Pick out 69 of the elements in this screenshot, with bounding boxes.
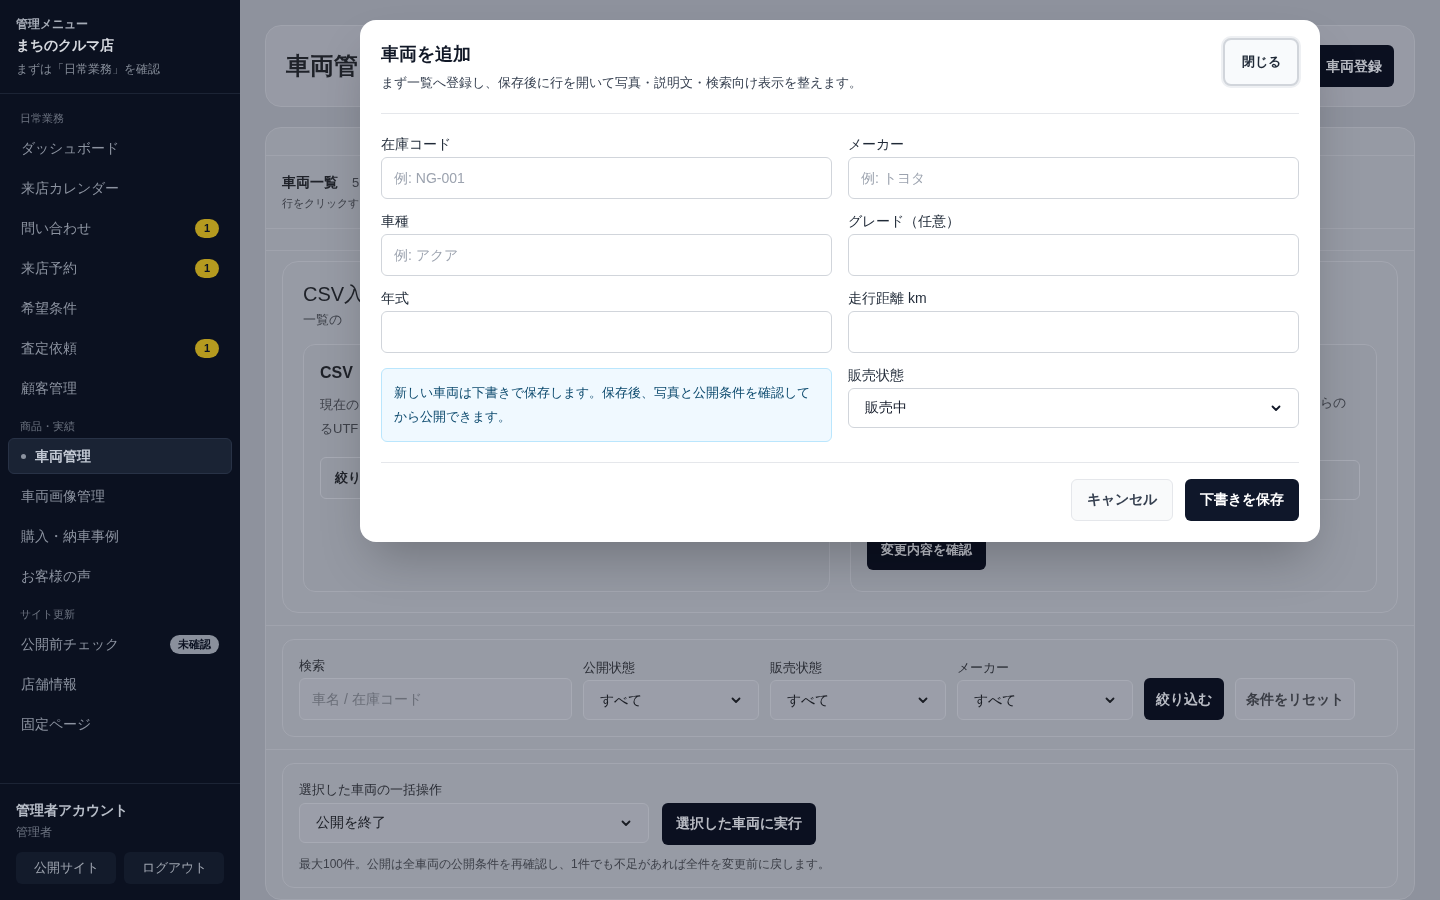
sidebar-item[interactable]: 購入・納車事例 [8, 518, 232, 554]
shop-name: まちのクルマ店 [16, 36, 115, 55]
info-note: 新しい車両は下書きで保存します。保存後、写真と公開条件を確認してから公開できます。 [381, 367, 832, 442]
select-field[interactable]: 販売中 [848, 387, 1299, 428]
dialog-title: 車両を追加 [381, 43, 472, 66]
sidebar-item[interactable]: 車両管理 [8, 438, 232, 474]
dialog-subtitle: まず一覧へ登録し、保存後に行を開いて写真・説明文・検索向け表示を整えます。 [381, 74, 862, 92]
close-button[interactable]: 閉じる [1223, 38, 1299, 86]
sidebar-item[interactable]: 車両画像管理 [8, 478, 232, 514]
select-field[interactable]: すべて [583, 680, 759, 720]
field-label: メーカー [957, 658, 1010, 677]
status-badge: 未確認 [170, 634, 219, 654]
vehicle-count: 5 [352, 174, 360, 192]
field-label: 在庫コード [381, 134, 452, 154]
list-hint: 行をクリックす [282, 196, 359, 212]
save-draft-button[interactable]: 下書きを保存 [1185, 478, 1299, 521]
input-field[interactable] [848, 233, 1299, 276]
sidebar-item[interactable]: 希望条件 [8, 290, 232, 326]
field-label: 年式 [381, 288, 410, 308]
field-label: 検索 [299, 656, 326, 675]
select-field[interactable]: すべて [957, 680, 1133, 720]
sidebar-item[interactable]: 来店カレンダー [8, 170, 232, 206]
sidebar-item[interactable]: ダッシュボード [8, 130, 232, 166]
input-field[interactable]: 例: NG-001 [381, 156, 832, 199]
export-description-line: るUTF [320, 419, 359, 438]
apply-filter-button[interactable]: 絞り込む [1144, 678, 1224, 720]
sidebar-item[interactable]: 固定ページ [8, 706, 232, 742]
sidebar-item[interactable]: 査定依頼 1 [8, 330, 232, 366]
list-title: 車両一覧 [282, 173, 338, 193]
page-title: 車両管 [286, 51, 358, 81]
select-field[interactable]: 公開を終了 [299, 802, 649, 843]
section-heading: 日常業務 [19, 111, 65, 126]
sidebar-item[interactable]: 公開前チェック 未確認 [8, 626, 232, 662]
account-role: 管理者 [16, 824, 53, 841]
reset-filter-button[interactable]: 条件をリセット [1235, 678, 1355, 720]
count-badge: 1 [195, 218, 219, 238]
field-label: 車種 [381, 211, 410, 231]
sidebar-item[interactable]: 問い合わせ 1 [8, 210, 232, 246]
menu-eyebrow: 管理メニュー [16, 16, 89, 33]
field-label: メーカー [848, 134, 905, 154]
input-field[interactable]: 例: トヨタ [848, 156, 1299, 199]
account-name: 管理者アカウント [16, 801, 129, 820]
export-description-line: 現在の [320, 395, 359, 414]
sidebar-item[interactable]: 店舗情報 [8, 666, 232, 702]
input-field[interactable] [848, 310, 1299, 353]
count-badge: 1 [195, 338, 219, 358]
select-field[interactable]: すべて [770, 680, 946, 720]
field-label: 走行距離 km [848, 288, 928, 308]
field-label: グレード（任意） [848, 211, 961, 231]
import-description: らの [1320, 393, 1346, 412]
export-title: CSV [320, 362, 353, 383]
section-heading: 商品・実績 [19, 419, 76, 434]
bulk-note: 最大100件。公開は全車両の公開条件を再確認し、1件でも不足があれば全件を変更前に戻します。 [299, 855, 831, 873]
sidebar-button[interactable]: 公開サイト [16, 852, 116, 884]
sidebar-hint: まずは「日常業務」を確認 [16, 61, 161, 77]
run-bulk-button[interactable]: 選択した車両に実行 [662, 802, 816, 845]
field-label: 選択した車両の一括操作 [299, 781, 443, 799]
sidebar-button[interactable]: ログアウト [124, 852, 224, 884]
input-field[interactable]: 例: アクア [381, 233, 832, 276]
cancel-button[interactable]: キャンセル [1071, 478, 1173, 521]
section-heading: サイト更新 [19, 607, 76, 622]
sidebar-item[interactable]: 来店予約 1 [8, 250, 232, 286]
field-label: 公開状態 [583, 658, 636, 677]
field-label: 販売状態 [770, 658, 823, 677]
input-field[interactable] [381, 310, 832, 353]
sidebar-item[interactable]: 顧客管理 [8, 370, 232, 406]
field-label: 販売状態 [848, 365, 905, 385]
sidebar-item[interactable]: お客様の声 [8, 558, 232, 594]
count-badge: 1 [195, 258, 219, 278]
